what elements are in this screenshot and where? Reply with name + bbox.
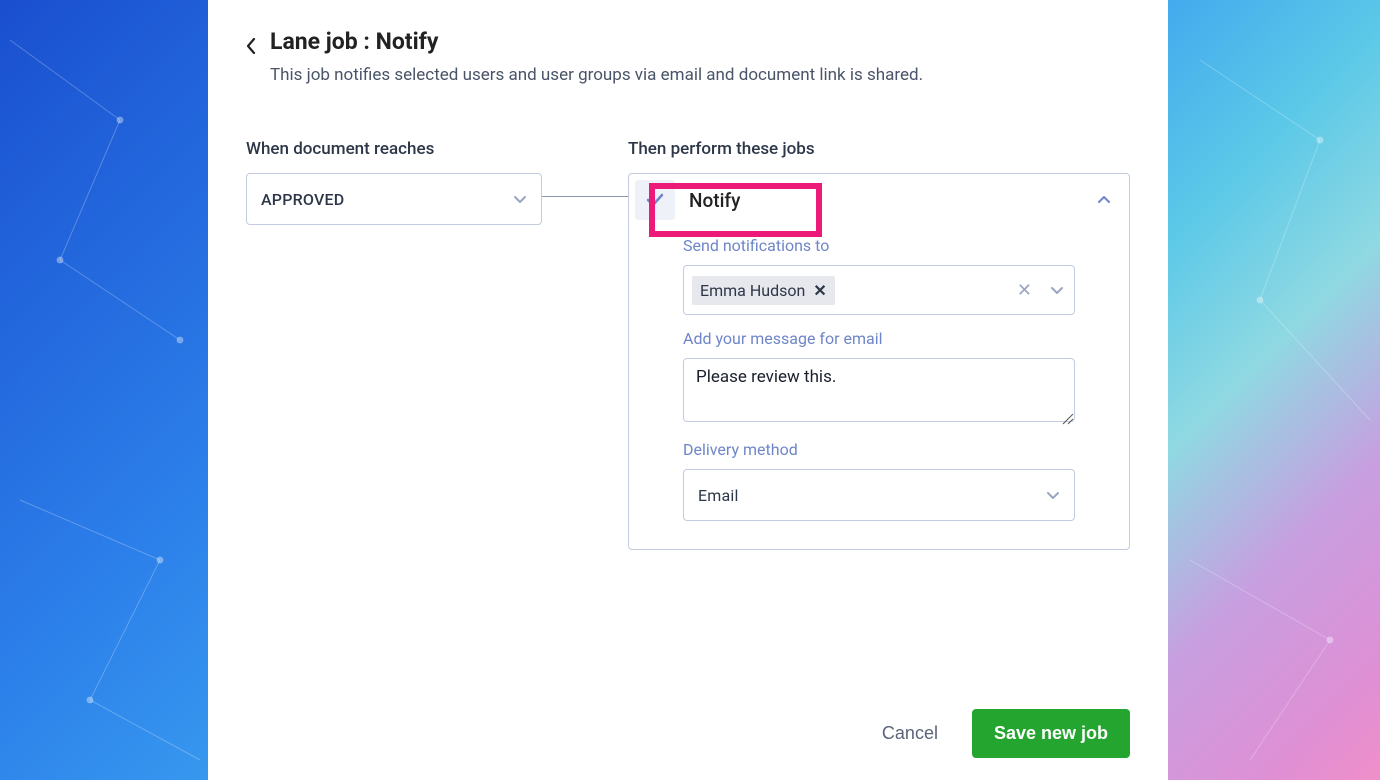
trigger-select[interactable]: APPROVED: [246, 173, 542, 225]
lane-job-modal: Lane job : Notify This job notifies sele…: [208, 0, 1168, 780]
back-icon[interactable]: [246, 38, 256, 54]
chevron-down-icon[interactable]: [1050, 283, 1064, 297]
recipient-chip: Emma Hudson ✕: [692, 276, 835, 305]
delivery-select[interactable]: Email: [683, 469, 1075, 521]
recipient-chip-label: Emma Hudson: [700, 281, 805, 300]
cancel-button[interactable]: Cancel: [882, 723, 938, 744]
recipients-label: Send notifications to: [683, 236, 1075, 255]
page-subtitle: This job notifies selected users and use…: [270, 65, 1130, 85]
trigger-label: When document reaches: [246, 139, 542, 159]
chip-remove-icon[interactable]: ✕: [813, 281, 826, 300]
delivery-label: Delivery method: [683, 440, 1075, 459]
chevron-down-icon: [513, 192, 527, 206]
trigger-value: APPROVED: [261, 190, 513, 209]
page-title: Lane job : Notify: [270, 28, 1130, 55]
chevron-down-icon: [1046, 488, 1060, 502]
job-title: Notify: [689, 189, 1097, 212]
check-icon: [645, 190, 665, 210]
clear-all-icon[interactable]: ✕: [1017, 280, 1032, 301]
connector-line: [542, 196, 628, 197]
delivery-value: Email: [698, 486, 1046, 505]
recipients-input[interactable]: Emma Hudson ✕ ✕: [683, 265, 1075, 315]
jobs-label: Then perform these jobs: [628, 139, 1130, 159]
check-tile: [635, 180, 675, 220]
message-textarea[interactable]: [683, 358, 1075, 422]
save-button[interactable]: Save new job: [972, 709, 1130, 758]
job-card-notify: Notify Send notifications to Emma Hudson…: [628, 173, 1130, 550]
chevron-up-icon[interactable]: [1097, 193, 1111, 207]
job-header[interactable]: Notify: [629, 174, 1129, 226]
message-label: Add your message for email: [683, 329, 1075, 348]
